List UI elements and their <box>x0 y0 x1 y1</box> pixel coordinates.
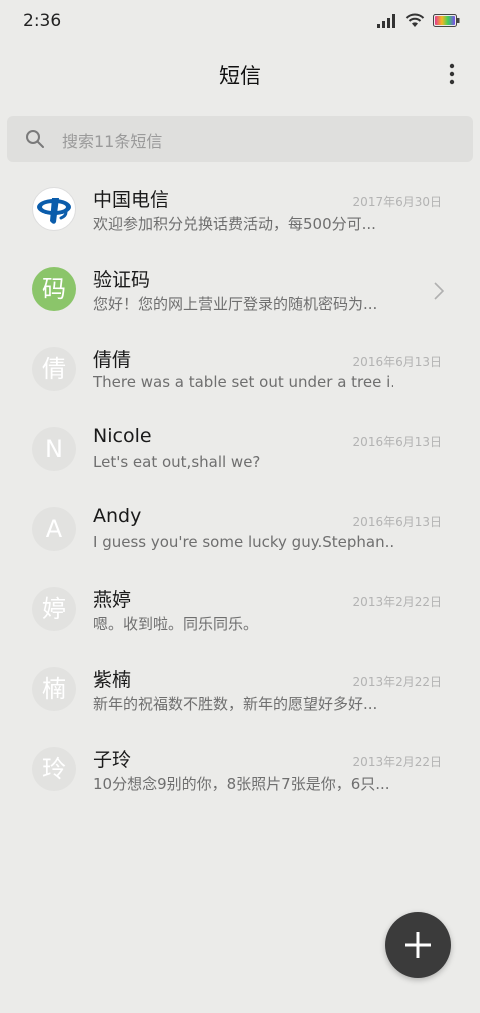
avatar: 倩 <box>32 347 76 391</box>
message-snippet: 嗯。收到啦。同乐同乐。 <box>93 615 259 633</box>
conversation-item[interactable]: 玲 子玲 10分想念9别的你，8张照片7张是你，6只... 2013年2月22日 <box>0 730 480 810</box>
message-time: 2016年6月13日 <box>352 435 442 449</box>
status-bar: 2:36 <box>0 0 480 44</box>
search-input[interactable]: 搜索11条短信 <box>7 116 473 162</box>
conversation-list: 中国电信 欢迎参加积分兑换话费活动，每500分可... 2017年6月30日 码… <box>0 170 480 810</box>
message-time: 2013年2月22日 <box>352 675 442 689</box>
chevron-right-icon <box>434 282 444 300</box>
message-time: 2013年2月22日 <box>352 595 442 609</box>
conversation-item[interactable]: 楠 紫楠 新年的祝福数不胜数，新年的愿望好多好... 2013年2月22日 <box>0 650 480 730</box>
message-snippet: 您好！您的网上营业厅登录的随机密码为... <box>93 295 378 313</box>
wifi-icon <box>405 13 425 27</box>
contact-name: 子玲 <box>93 749 132 771</box>
search-icon <box>26 130 44 148</box>
battery-icon <box>433 14 460 27</box>
message-time: 2017年6月30日 <box>352 195 442 209</box>
contact-name: Nicole <box>93 425 152 447</box>
avatar: 楠 <box>32 667 76 711</box>
contact-name: 验证码 <box>93 269 151 291</box>
message-snippet: 新年的祝福数不胜数，新年的愿望好多好... <box>93 695 378 713</box>
conversation-item[interactable]: 码 验证码 您好！您的网上营业厅登录的随机密码为... <box>0 250 480 330</box>
message-snippet: There was a table set out under a tree i… <box>93 373 393 391</box>
contact-name: Andy <box>93 505 142 527</box>
conversation-item[interactable]: N Nicole Let's eat out,shall we? 2016年6月… <box>0 410 480 490</box>
avatar: 玲 <box>32 747 76 791</box>
more-vertical-icon <box>449 63 455 85</box>
message-snippet: 10分想念9别的你，8张照片7张是你，6只... <box>93 775 390 793</box>
message-snippet: I guess you're some lucky guy.Stephan... <box>93 533 393 551</box>
conversation-item[interactable]: 婷 燕婷 嗯。收到啦。同乐同乐。 2013年2月22日 <box>0 570 480 650</box>
message-snippet: 欢迎参加积分兑换话费活动，每500分可... <box>93 215 376 233</box>
message-time: 2016年6月13日 <box>352 355 442 369</box>
contact-name: 紫楠 <box>93 669 132 691</box>
message-time: 2013年2月22日 <box>352 755 442 769</box>
avatar: 婷 <box>32 587 76 631</box>
title-bar: 短信 <box>0 44 480 106</box>
signal-icon <box>377 13 395 28</box>
message-time: 2016年6月13日 <box>352 515 442 529</box>
contact-name: 燕婷 <box>93 589 132 611</box>
avatar: N <box>32 427 76 471</box>
avatar: 码 <box>32 267 76 311</box>
status-time: 2:36 <box>23 11 62 31</box>
contact-name: 倩倩 <box>93 349 132 371</box>
conversation-item[interactable]: A Andy I guess you're some lucky guy.Ste… <box>0 490 480 570</box>
page-title: 短信 <box>219 64 261 88</box>
china-telecom-logo-icon <box>37 198 71 224</box>
plus-icon <box>405 932 431 958</box>
avatar: A <box>32 507 76 551</box>
compose-button[interactable] <box>385 912 451 978</box>
more-options-button[interactable] <box>448 62 456 88</box>
contact-name: 中国电信 <box>93 189 170 211</box>
conversation-item[interactable]: 倩 倩倩 There was a table set out under a t… <box>0 330 480 410</box>
status-icons <box>369 13 460 28</box>
search-placeholder: 搜索11条短信 <box>62 132 163 151</box>
avatar-china-telecom <box>32 187 76 231</box>
message-snippet: Let's eat out,shall we? <box>93 453 261 471</box>
conversation-item[interactable]: 中国电信 欢迎参加积分兑换话费活动，每500分可... 2017年6月30日 <box>0 170 480 250</box>
